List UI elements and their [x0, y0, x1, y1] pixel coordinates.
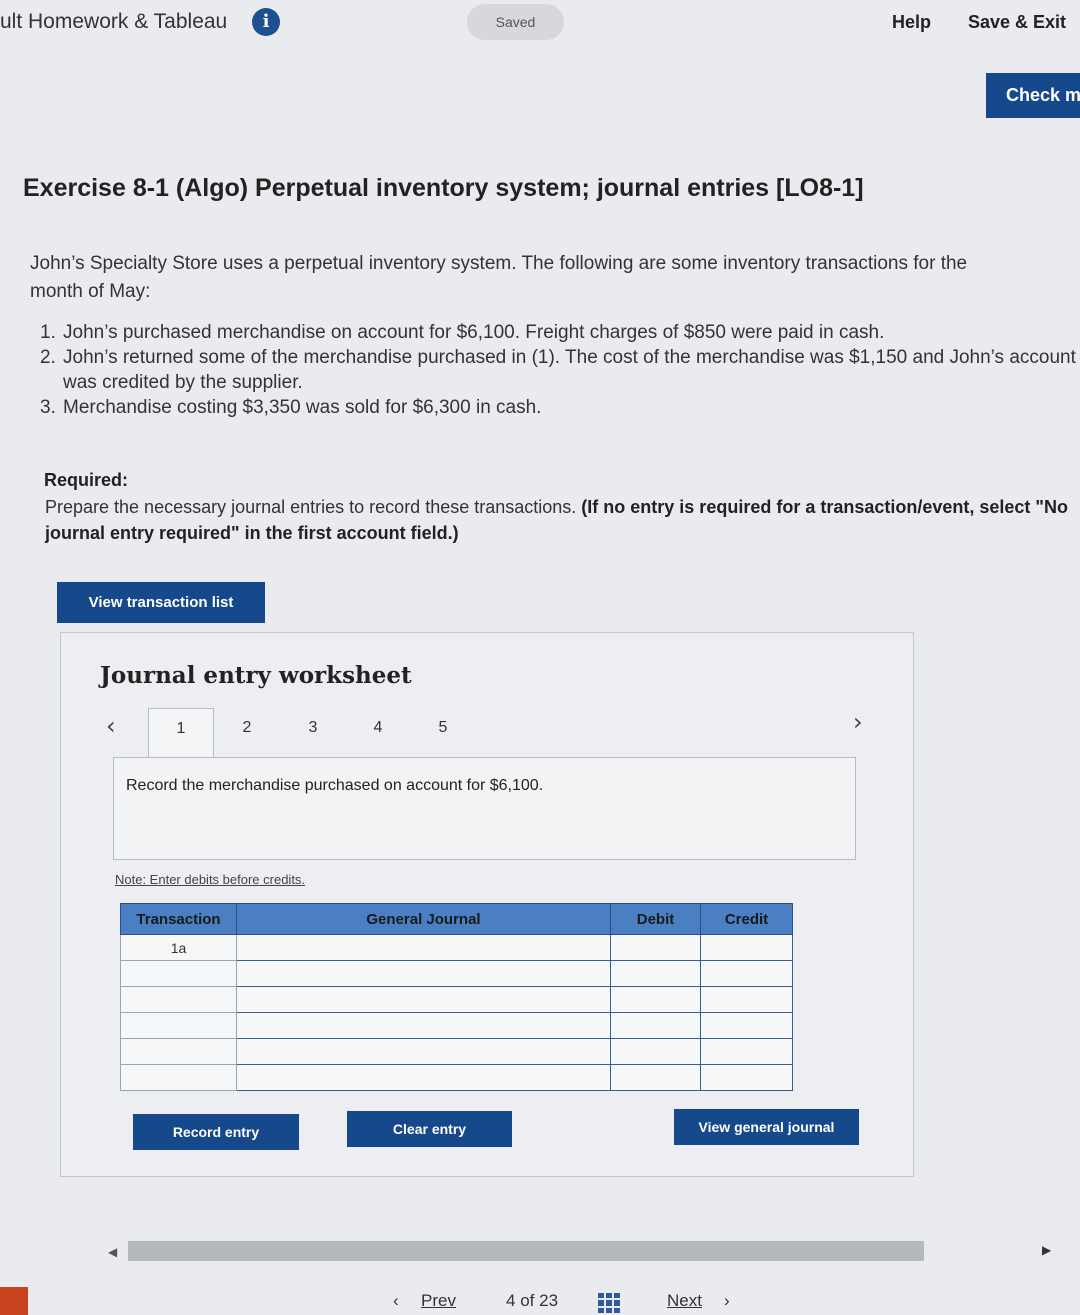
- debit-credit-note: Note: Enter debits before credits.: [115, 872, 306, 887]
- exercise-title: Exercise 8-1 (Algo) Perpetual inventory …: [23, 174, 864, 202]
- horizontal-scrollbar[interactable]: [128, 1241, 924, 1261]
- column-header-general-journal: General Journal: [236, 903, 611, 935]
- credit-field[interactable]: [700, 960, 793, 987]
- credit-field[interactable]: [700, 986, 793, 1013]
- grid-icon[interactable]: [598, 1293, 620, 1313]
- list-text: Merchandise costing $3,350 was sold for …: [63, 397, 542, 418]
- debit-field[interactable]: [610, 1012, 701, 1039]
- transaction-cell: 1a: [120, 934, 237, 961]
- info-icon[interactable]: i: [252, 8, 280, 36]
- required-label: Required:: [44, 470, 129, 490]
- list-text: John’s returned some of the merchandise …: [63, 347, 1076, 393]
- credit-field[interactable]: [700, 934, 793, 961]
- tab-1[interactable]: 1: [148, 708, 214, 758]
- debit-field[interactable]: [610, 1064, 701, 1091]
- saved-status-badge: Saved: [467, 4, 564, 40]
- column-header-credit: Credit: [700, 903, 793, 935]
- current-page: 4: [506, 1291, 516, 1310]
- tab-5[interactable]: 5: [410, 708, 476, 758]
- list-number: 1.: [40, 322, 56, 343]
- account-field[interactable]: [236, 1064, 611, 1091]
- account-field[interactable]: [236, 960, 611, 987]
- list-item: 3. Merchandise costing $3,350 was sold f…: [40, 395, 1080, 420]
- debit-field[interactable]: [610, 986, 701, 1013]
- entry-prompt-box: [113, 757, 856, 860]
- next-button[interactable]: Next: [667, 1291, 702, 1311]
- table-row: [120, 960, 793, 987]
- exercise-intro: John’s Specialty Store uses a perpetual …: [30, 250, 1080, 306]
- app-title: ult Homework & Tableau: [0, 10, 228, 33]
- credit-field[interactable]: [700, 1038, 793, 1065]
- list-number: 3.: [40, 397, 56, 418]
- transaction-cell: [120, 1012, 237, 1039]
- list-text: John’s purchased merchandise on account …: [63, 322, 885, 343]
- save-exit-link[interactable]: Save & Exit: [968, 12, 1066, 33]
- account-field[interactable]: [236, 1038, 611, 1065]
- table-row: 1a: [120, 934, 793, 961]
- entry-prompt: Record the merchandise purchased on acco…: [126, 777, 544, 794]
- tab-3[interactable]: 3: [280, 708, 346, 758]
- debit-field[interactable]: [610, 960, 701, 987]
- check-my-work-button[interactable]: Check m: [986, 73, 1080, 118]
- total-pages: 23: [539, 1291, 559, 1310]
- required-text: Prepare the necessary journal entries to…: [45, 497, 582, 517]
- debit-field[interactable]: [610, 1038, 701, 1065]
- account-field[interactable]: [236, 986, 611, 1013]
- table-row: [120, 1038, 793, 1065]
- tab-4[interactable]: 4: [345, 708, 411, 758]
- column-header-debit: Debit: [610, 903, 701, 935]
- page-indicator: 4 of 23: [506, 1291, 558, 1311]
- column-header-transaction: Transaction: [120, 903, 237, 935]
- prev-button[interactable]: Prev: [421, 1291, 456, 1311]
- account-field[interactable]: [236, 1012, 611, 1039]
- table-row: [120, 986, 793, 1013]
- chevron-left-icon[interactable]: ‹: [393, 1291, 399, 1311]
- journal-table: Transaction General Journal Debit Credit…: [120, 903, 793, 1091]
- list-item: 2. John’s returned some of the merchandi…: [40, 345, 1080, 395]
- logo-icon: [0, 1287, 28, 1315]
- intro-line: John’s Specialty Store uses a perpetual …: [30, 253, 968, 274]
- table-row: [120, 1012, 793, 1039]
- account-field[interactable]: [236, 934, 611, 961]
- debit-field[interactable]: [610, 934, 701, 961]
- transaction-cell: [120, 960, 237, 987]
- page-of: of: [520, 1291, 535, 1310]
- chevron-left-icon[interactable]: ‹: [106, 712, 116, 740]
- transaction-list: 1. John’s purchased merchandise on accou…: [40, 320, 1080, 420]
- worksheet-title: Journal entry worksheet: [100, 662, 412, 689]
- transaction-cell: [120, 1064, 237, 1091]
- chevron-right-icon[interactable]: ›: [853, 708, 863, 736]
- scroll-left-icon[interactable]: ◀: [108, 1245, 117, 1259]
- help-link[interactable]: Help: [892, 12, 931, 33]
- tab-2[interactable]: 2: [214, 708, 280, 758]
- clear-entry-button[interactable]: Clear entry: [347, 1111, 512, 1147]
- required-instructions: Prepare the necessary journal entries to…: [45, 494, 1080, 546]
- intro-line: month of May:: [30, 281, 151, 302]
- list-number: 2.: [40, 347, 56, 368]
- scroll-right-icon[interactable]: ▶: [1042, 1243, 1051, 1257]
- view-transaction-list-button[interactable]: View transaction list: [57, 582, 265, 623]
- list-item: 1. John’s purchased merchandise on accou…: [40, 320, 1080, 345]
- transaction-cell: [120, 1038, 237, 1065]
- table-row: [120, 1064, 793, 1091]
- view-general-journal-button[interactable]: View general journal: [674, 1109, 859, 1145]
- chevron-right-icon[interactable]: ›: [724, 1291, 730, 1311]
- credit-field[interactable]: [700, 1064, 793, 1091]
- transaction-cell: [120, 986, 237, 1013]
- record-entry-button[interactable]: Record entry: [133, 1114, 299, 1150]
- top-bar: ult Homework & Tableau i Saved Help Save…: [0, 0, 1080, 48]
- credit-field[interactable]: [700, 1012, 793, 1039]
